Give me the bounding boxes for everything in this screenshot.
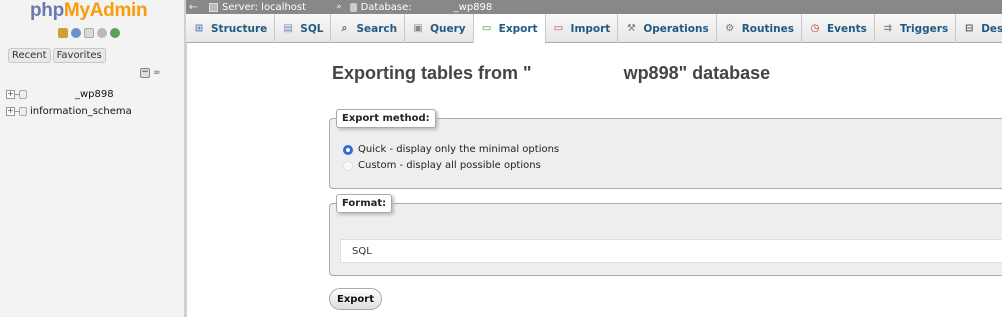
quick-export-option[interactable]: Quick - display only the minimal options (343, 144, 559, 155)
custom-radio[interactable] (343, 160, 353, 171)
expand-icon[interactable]: + (6, 106, 15, 116)
tab-routines[interactable]: ⚙ Routines (717, 14, 802, 43)
tab-query[interactable]: ▣ Query (405, 14, 474, 43)
export-icon: ▭ (481, 23, 492, 34)
database-icon (19, 106, 27, 116)
tab-label: Events (826, 22, 867, 35)
designer-icon: ⊟ (965, 23, 974, 34)
database-tree-item[interactable]: + _wp898 (6, 87, 114, 101)
page-title-prefix: Exporting tables from " (332, 63, 532, 83)
breadcrumb-database-label[interactable]: Database: (361, 2, 412, 13)
server-icon (209, 2, 218, 12)
settings-icon[interactable] (97, 28, 107, 38)
database-name[interactable]: _wp898 (75, 89, 114, 100)
tab-search[interactable]: ⌕ Search (331, 14, 406, 43)
phpmyadmin-logo[interactable]: phpMyAdmin (30, 0, 148, 22)
database-icon (19, 89, 27, 99)
link-with-main-panel-icon[interactable]: ∞ (153, 68, 161, 78)
tab-operations[interactable]: ⚒ Operations (618, 14, 717, 43)
collapse-all-icon[interactable]: − (140, 68, 150, 78)
export-method-legend: Export method: (336, 109, 436, 128)
format-select[interactable]: SQL (340, 239, 1002, 263)
tab-label: SQL (300, 22, 324, 35)
reload-icon[interactable] (110, 28, 120, 38)
tree-controls: − ∞ (140, 68, 161, 78)
database-name[interactable]: information_schema (30, 106, 132, 117)
tab-export[interactable]: ▭ Export (473, 14, 546, 44)
tab-label: Operations (643, 22, 709, 35)
logo-part-myadmin: MyAdmin (63, 0, 148, 21)
recent-favorites-tabs: Recent Favorites (8, 48, 106, 63)
tab-import[interactable]: ▭ Import (546, 14, 619, 43)
tab-triggers[interactable]: ⇉ Triggers (875, 14, 957, 43)
logout-icon[interactable] (71, 28, 81, 38)
expand-icon[interactable]: + (6, 89, 15, 99)
sql-icon: ▤ (283, 23, 293, 34)
tab-label: Triggers (899, 22, 949, 35)
main-tab-menu: ⊞ Structure ▤ SQL ⌕ Search ▣ Query ▭ Exp… (186, 14, 1002, 44)
tab-structure[interactable]: ⊞ Structure (186, 14, 276, 43)
breadcrumb-server[interactable]: Server: localhost (222, 2, 306, 13)
import-icon: ▭ (553, 23, 564, 34)
format-legend: Format: (336, 194, 393, 213)
database-tree-item[interactable]: + information_schema (6, 104, 132, 118)
tab-label: Import (570, 22, 611, 35)
page-title-suffix: wp898" database (623, 63, 771, 83)
tab-designer[interactable]: ⊟ Designer (956, 14, 1002, 43)
page-title: Exporting tables from " wp898" database (332, 63, 770, 84)
home-icon[interactable] (58, 28, 68, 38)
export-button[interactable]: Export (329, 288, 382, 310)
favorites-tab[interactable]: Favorites (52, 48, 106, 63)
breadcrumb-separator: » (336, 2, 342, 12)
tab-label: Designer (981, 22, 1002, 35)
tab-events[interactable]: ◷ Events (802, 14, 875, 43)
query-icon: ▣ (413, 23, 423, 34)
format-fieldset: Format: SQL (329, 194, 1002, 276)
breadcrumb: ← Server: localhost » Database: _wp898 (186, 0, 1002, 14)
tab-label: Structure (211, 22, 268, 35)
structure-icon: ⊞ (194, 23, 204, 34)
quick-radio[interactable] (343, 144, 353, 155)
back-arrow-icon[interactable]: ← (189, 2, 201, 13)
nav-resize-handle[interactable] (184, 0, 187, 317)
recent-tab[interactable]: Recent (8, 48, 51, 63)
breadcrumb-database-name[interactable]: _wp898 (454, 2, 493, 13)
nav-icon-bar (58, 28, 120, 40)
custom-label[interactable]: Custom - display all possible options (358, 160, 541, 171)
export-method-fieldset: Export method: Quick - display only the … (329, 109, 1002, 189)
tab-label: Query (430, 22, 466, 35)
quick-label[interactable]: Quick - display only the minimal options (358, 144, 559, 155)
logo-part-php: php (30, 0, 64, 21)
tab-sql[interactable]: ▤ SQL (275, 14, 332, 43)
search-icon: ⌕ (341, 23, 348, 34)
database-icon (349, 2, 357, 12)
tab-label: Routines (741, 22, 794, 35)
navigation-panel: phpMyAdmin Recent Favorites − ∞ + _wp898… (0, 0, 187, 317)
tab-label: Export (498, 22, 538, 35)
tab-label: Search (356, 22, 398, 35)
custom-export-option[interactable]: Custom - display all possible options (343, 160, 541, 171)
docs-icon[interactable] (84, 28, 94, 38)
clock-icon: ◷ (810, 23, 820, 34)
routines-icon: ⚙ (725, 23, 735, 34)
wrench-icon: ⚒ (626, 23, 636, 34)
triggers-icon: ⇉ (883, 23, 893, 34)
